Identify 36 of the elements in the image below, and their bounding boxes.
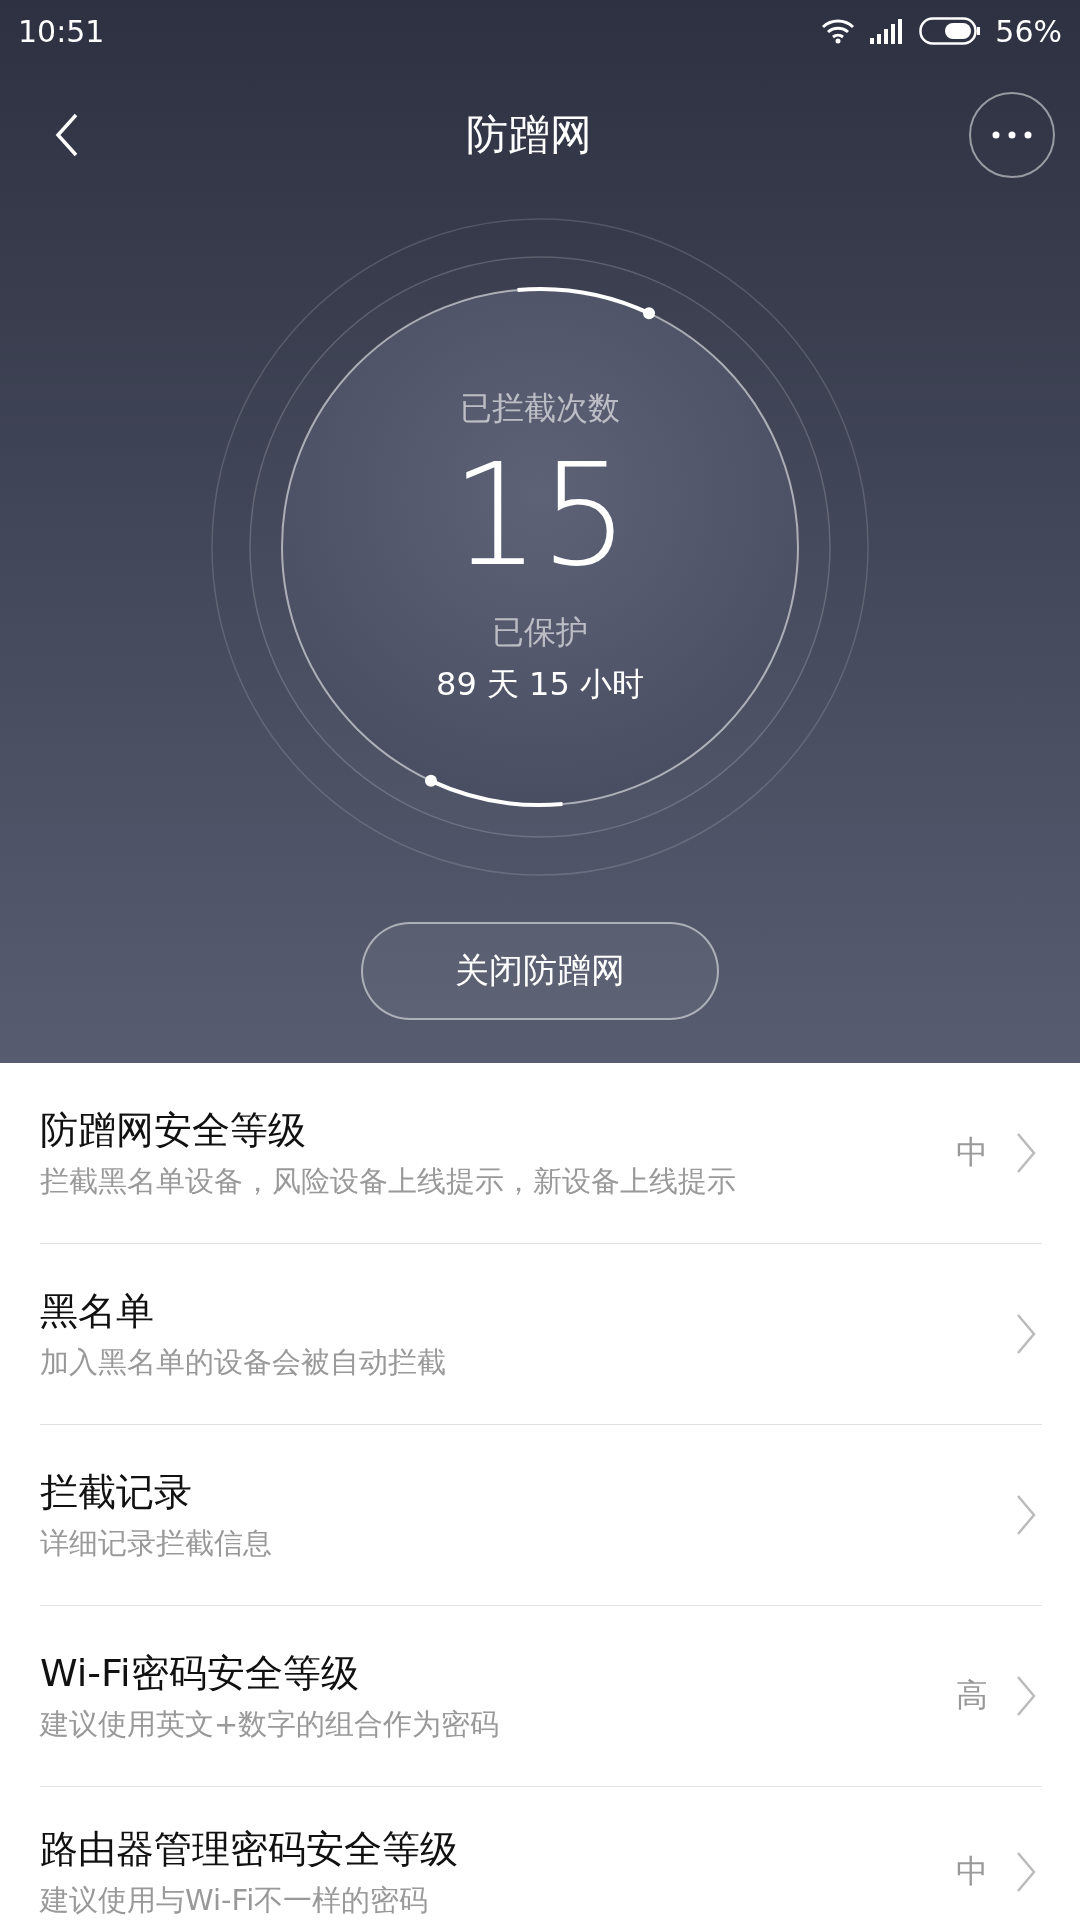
settings-item[interactable]: Wi-Fi密码安全等级 建议使用英文+数字的组合作为密码 高 <box>40 1606 1042 1787</box>
item-title: 防蹭网安全等级 <box>40 1106 307 1154</box>
item-description: 建议使用与Wi-Fi不一样的密码 <box>40 1881 430 1919</box>
chevron-icon <box>1016 1494 1036 1536</box>
status-time: 10:51 <box>18 13 106 49</box>
more-icon <box>992 130 1032 139</box>
disable-button[interactable]: 关闭防蹭网 <box>361 922 719 1020</box>
wifi-icon <box>821 18 856 44</box>
settings-item[interactable]: 防蹭网安全等级 拦截黑名单设备，风险设备上线提示，新设备上线提示 中 <box>40 1063 1042 1244</box>
chevron-icon <box>1016 1132 1036 1174</box>
item-title: 黑名单 <box>40 1287 155 1335</box>
item-title: 拦截记录 <box>40 1468 193 1516</box>
blocked-count-label: 已拦截次数 <box>460 388 620 429</box>
protected-label: 已保护 <box>492 612 588 653</box>
page-title: 防蹭网 <box>466 108 592 161</box>
level-value: 中 <box>956 1132 988 1173</box>
back-icon <box>55 112 79 157</box>
settings-item[interactable]: 黑名单 加入黑名单的设备会被自动拦截 <box>40 1244 1042 1425</box>
settings-item[interactable]: 拦截记录 详细记录拦截信息 <box>40 1425 1042 1606</box>
item-description: 详细记录拦截信息 <box>40 1524 273 1562</box>
chevron-icon <box>1016 1675 1036 1717</box>
item-description: 建议使用英文+数字的组合作为密码 <box>40 1705 501 1743</box>
battery-percent: 56% <box>995 13 1062 49</box>
item-description: 拦截黑名单设备，风险设备上线提示，新设备上线提示 <box>40 1162 737 1200</box>
level-value: 中 <box>956 1851 988 1892</box>
item-title: Wi-Fi密码安全等级 <box>40 1649 360 1697</box>
chevron-icon <box>1016 1313 1036 1355</box>
chevron-icon <box>1016 1851 1036 1893</box>
item-description: 加入黑名单的设备会被自动拦截 <box>40 1343 447 1381</box>
more-button[interactable] <box>969 91 1055 178</box>
battery-icon <box>919 17 982 45</box>
level-value: 高 <box>956 1675 988 1716</box>
settings-item[interactable]: 路由器管理密码安全等级 建议使用与Wi-Fi不一样的密码 中 <box>40 1787 1042 1920</box>
protected-duration: 89 天 15 小时 <box>436 664 644 705</box>
blocked-count: 15 <box>450 439 630 593</box>
item-title: 路由器管理密码安全等级 <box>40 1825 459 1873</box>
